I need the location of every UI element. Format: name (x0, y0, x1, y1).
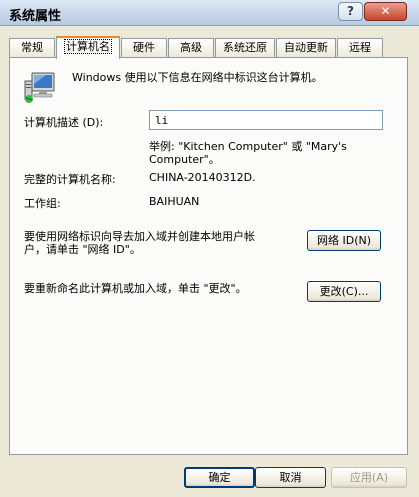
tab-remote[interactable]: 远程 (337, 38, 383, 57)
network-id-button[interactable]: 网络 ID(N) (307, 230, 381, 251)
rename-text: 要重新命名此计算机或加入域，单击 "更改"。 (24, 282, 247, 295)
intro-text: Windows 使用以下信息在网络中标识这台计算机。 (72, 71, 323, 84)
workgroup-label: 工作组: (24, 197, 61, 210)
computer-name-panel: Windows 使用以下信息在网络中标识这台计算机。 计算机描述 (D): 举例… (9, 57, 408, 455)
change-button[interactable]: 更改(C)... (307, 281, 381, 302)
full-name-value: CHINA-20140312D. (149, 171, 256, 184)
cancel-button[interactable]: 取消 (255, 467, 326, 488)
computer-icon (24, 72, 55, 103)
example-text-line2: Computer"。 (149, 153, 220, 166)
help-button[interactable]: ? (338, 2, 363, 21)
apply-button[interactable]: 应用(A) (331, 467, 407, 488)
title-bar[interactable]: 系统属性 ? ✕ (0, 0, 419, 26)
workgroup-value: BAIHUAN (149, 195, 200, 208)
tab-general[interactable]: 常规 (9, 38, 55, 57)
tab-automatic-updates[interactable]: 自动更新 (276, 38, 336, 57)
close-button[interactable]: ✕ (364, 2, 407, 21)
window-title: 系统属性 (9, 9, 62, 24)
system-properties-window: 系统属性 ? ✕ 常规 计算机名 硬件 高级 系统还原 自动更新 远程 Wind… (0, 0, 419, 497)
tab-system-restore[interactable]: 系统还原 (215, 38, 275, 57)
tab-advanced[interactable]: 高级 (168, 38, 214, 57)
ok-button[interactable]: 确定 (184, 467, 255, 488)
tab-hardware[interactable]: 硬件 (121, 38, 167, 57)
tab-computer-name[interactable]: 计算机名 (56, 36, 120, 59)
computer-description-input[interactable] (149, 110, 383, 130)
description-label: 计算机描述 (D): (24, 116, 104, 129)
full-name-label: 完整的计算机名称: (24, 173, 116, 186)
network-id-text-line2: 户，请单击 "网络 ID"。 (24, 243, 141, 256)
